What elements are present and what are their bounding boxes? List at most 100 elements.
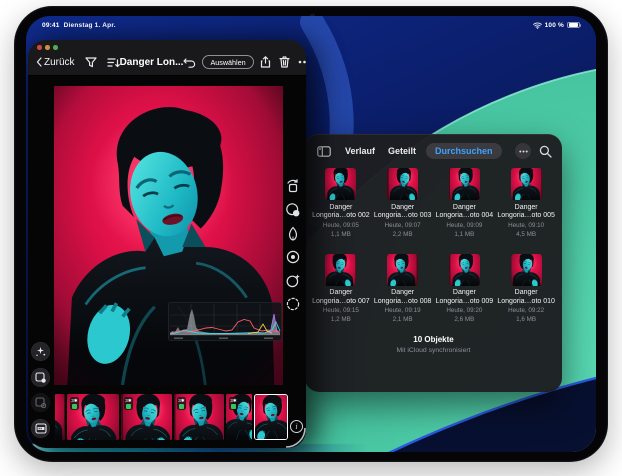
tool-rail-right [282,178,304,313]
thumbnail-image [449,168,480,200]
photo-size: 1,1 MB [331,231,351,239]
photo-date: Heute, 09:10 [508,222,544,230]
photo-name-line2: Longoria…oto 003 [374,212,432,221]
photo-date: Heute, 09:19 [385,307,421,315]
selection-tool[interactable] [285,296,302,313]
crop-rotate-tool[interactable] [285,178,302,195]
photo-name-line2: Longoria…oto 010 [497,298,555,307]
photo-name-line1: Danger [329,289,352,298]
clone-tool[interactable] [285,202,302,219]
filmstrip[interactable]: 3✱ 3✱ 3✱ 3✱ [55,394,288,441]
battery-percent: 100 % [545,22,564,29]
auto-enhance-button[interactable] [31,342,50,361]
search-icon[interactable] [539,145,552,158]
photo-grid-item[interactable]: Danger Longoria…oto 005 Heute, 09:10 4,5… [495,168,557,239]
export-button[interactable] [31,368,50,387]
photo-size: 2,6 MB [454,316,474,324]
tab-verlauf[interactable]: Verlauf [345,146,375,156]
rating-badge: 3✱ [177,397,186,410]
canvas-settings-button[interactable] [31,393,50,412]
back-label: Zurück [44,57,75,68]
filmstrip-thumbnail[interactable]: 3✱ [174,394,224,440]
filmstrip-image [55,394,65,440]
status-bar: 09:41 Dienstag 1. Apr. 100 % [26,16,596,32]
photo-size: 2,2 MB [393,231,413,239]
back-button[interactable]: Zurück [36,57,75,68]
photo-grid-item[interactable]: Danger Longoria…oto 010 Heute, 09:22 1,6… [495,254,557,325]
photo-name-line1: Danger [391,204,414,213]
close-window-dot[interactable] [37,45,42,50]
photo-name-line1: Danger [391,289,414,298]
photo-thumbnail[interactable] [449,254,480,286]
sidebar-toggle-icon[interactable] [317,146,331,157]
status-date: Dienstag 1. Apr. [64,22,116,29]
thumbnail-image [449,254,480,286]
window-resize-corner[interactable] [282,424,306,448]
thumbnail-image [387,254,418,286]
photo-date: Heute, 09:15 [323,307,359,315]
photo-browser-window: Verlauf Geteilt Durchsuchen [305,134,562,392]
photo-grid-item[interactable]: Danger Longoria…oto 009 Heute, 09:20 2,6… [434,254,496,325]
rating-badge: 3✱ [124,397,133,410]
undo-icon[interactable] [183,57,196,68]
vignette-tool[interactable] [285,249,302,266]
browser-more-button[interactable] [515,143,531,159]
ipad-device: 09:41 Dienstag 1. Apr. 100 % [14,6,608,462]
green-tag-icon [126,404,131,409]
photo-grid-item[interactable]: Danger Longoria…oto 003 Heute, 09:07 2,2… [372,168,434,239]
photo-thumbnail[interactable] [511,168,542,200]
photo-date: Heute, 09:22 [508,307,544,315]
photo-thumbnail[interactable] [387,168,418,200]
histogram-panel[interactable] [168,302,282,341]
green-tag-icon [231,404,236,409]
filmstrip-thumbnail[interactable]: 3✱ [67,394,119,440]
retouch-tool[interactable] [285,272,302,289]
photo-name-line1: Danger [329,204,352,213]
photo-name-line1: Danger [515,289,538,298]
filmstrip-toggle-button[interactable] [31,419,50,438]
editor-toolbar: Zurück Danger Lon... Auswählen [28,50,306,74]
photo-thumbnail[interactable] [325,168,356,200]
photo-name-line2: Longoria…oto 002 [312,212,370,221]
thumbnail-image [325,254,356,286]
window-controls[interactable] [37,45,58,50]
more-options-icon[interactable] [298,60,306,64]
photo-grid-item[interactable]: Danger Longoria…oto 002 Heute, 09:05 1,1… [310,168,372,239]
tab-geteilt[interactable]: Geteilt [388,146,416,156]
filmstrip-thumbnail[interactable]: 3✱ [226,394,252,440]
photo-date: Heute, 09:20 [446,307,482,315]
photo-name-line1: Danger [453,204,476,213]
photo-grid-item[interactable]: Danger Longoria…oto 007 Heute, 09:15 1,2… [310,254,372,325]
rating-label: 3✱ [71,398,77,403]
wifi-icon [533,22,542,29]
share-icon[interactable] [260,56,271,68]
thumbnail-image [325,168,356,200]
sort-icon[interactable] [107,57,120,68]
photo-grid-item[interactable]: Danger Longoria…oto 004 Heute, 09:09 1,1… [434,168,496,239]
document-title[interactable]: Danger Lon... [120,57,184,68]
photo-thumbnail[interactable] [325,254,356,286]
browser-header: Verlauf Geteilt Durchsuchen [305,134,562,159]
photo-thumbnail[interactable] [387,254,418,286]
rating-badge: 3✱ [70,397,79,410]
minimize-window-dot[interactable] [45,45,50,50]
zoom-window-dot[interactable] [53,45,58,50]
adjust-brush-tool[interactable] [285,225,302,242]
photo-size: 1,1 MB [454,231,474,239]
photo-thumbnail[interactable] [449,168,480,200]
photo-name-line2: Longoria…oto 008 [374,298,432,307]
photo-size: 2,1 MB [393,316,413,324]
filter-icon[interactable] [85,57,97,68]
photo-thumbnail[interactable] [511,254,542,286]
photo-grid-item[interactable]: Danger Longoria…oto 008 Heute, 09:19 2,1… [372,254,434,325]
filmstrip-thumbnail[interactable]: 3✱ [121,394,172,440]
filmstrip-thumbnail[interactable] [55,394,65,440]
green-tag-icon [179,404,184,409]
photo-date: Heute, 09:05 [323,222,359,230]
tab-durchsuchen[interactable]: Durchsuchen [426,143,502,159]
trash-icon[interactable] [279,56,290,68]
photo-name-line2: Longoria…oto 007 [312,298,370,307]
rating-label: 3✱ [230,398,236,403]
histogram-chart [168,302,282,341]
select-button[interactable]: Auswählen [202,55,253,69]
